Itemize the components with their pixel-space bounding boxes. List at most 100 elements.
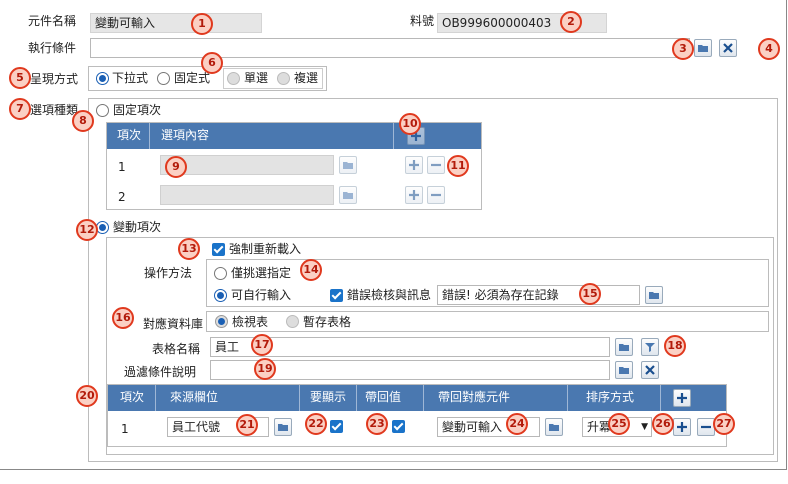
annotation-marker-6: 6 — [201, 52, 223, 74]
error-check-checkbox[interactable] — [330, 289, 343, 302]
annotation-marker-25: 25 — [608, 413, 630, 435]
annotation-marker-18: 18 — [664, 335, 686, 357]
exec-condition-input[interactable] — [90, 38, 690, 58]
annotation-marker-17: 17 — [251, 334, 273, 356]
folder-icon — [649, 292, 659, 299]
present-option-dropdown: 下拉式 — [112, 71, 149, 85]
annotation-marker-14: 14 — [300, 259, 322, 281]
table-name-browse-button[interactable] — [615, 338, 633, 356]
annotation-marker-7: 7 — [9, 98, 31, 120]
mapping-add-button[interactable] — [673, 389, 691, 407]
present-option-fixed: 固定式 — [174, 71, 211, 85]
mapping-header-sort: 排序方式 — [586, 390, 635, 404]
part-no-label: 料號 — [410, 14, 435, 28]
mapping-row-1-add-button[interactable] — [673, 418, 691, 436]
db-temp-label: 暫存表格 — [303, 315, 352, 329]
mapping-table-header: 項次 來源欄位 要顯示 帶回值 帶回對應元件 排序方式 — [108, 385, 726, 411]
plus-icon — [677, 422, 687, 432]
table-name-filter-button[interactable] — [641, 338, 659, 356]
component-name-field[interactable]: 變動可輸入 — [90, 13, 262, 33]
annotation-marker-12: 12 — [76, 219, 98, 241]
annotation-marker-4: 4 — [758, 38, 780, 60]
folder-icon — [619, 367, 629, 374]
single-select-label: 單選 — [244, 71, 269, 85]
error-message-input[interactable]: 錯誤! 必須為存在記錄 — [437, 285, 640, 305]
mapping-header-target: 帶回對應元件 — [438, 390, 511, 404]
folder-icon — [278, 424, 288, 431]
plus-icon — [409, 190, 419, 200]
filter-desc-label: 過濾條件說明 — [124, 365, 197, 379]
option-type-label: 選項種類 — [30, 103, 79, 117]
fixed-row-2-remove-button[interactable] — [427, 186, 445, 204]
annotation-marker-27: 27 — [713, 413, 735, 435]
plus-icon — [409, 160, 419, 170]
db-view-radio[interactable] — [215, 315, 228, 328]
force-reload-label: 強制重新載入 — [229, 242, 302, 256]
annotation-marker-20: 20 — [76, 385, 98, 407]
annotation-marker-5: 5 — [9, 67, 31, 89]
single-select-radio[interactable] — [227, 72, 240, 85]
fixed-header-content: 選項內容 — [161, 128, 210, 142]
op-free-input-radio[interactable] — [214, 289, 227, 302]
minus-icon — [701, 425, 711, 429]
db-label: 對應資料庫 — [143, 317, 204, 331]
folder-icon — [698, 45, 708, 52]
mapping-row-1-show-checkbox[interactable] — [330, 420, 343, 433]
fixed-header-index: 項次 — [117, 128, 142, 142]
error-message-browse-button[interactable] — [645, 286, 663, 304]
annotation-marker-2: 2 — [560, 11, 582, 33]
chevron-down-icon: ▼ — [641, 422, 648, 432]
annotation-marker-9: 9 — [165, 156, 187, 178]
fixed-item-label: 固定項次 — [113, 103, 162, 117]
exec-condition-browse-button[interactable] — [694, 39, 712, 57]
fixed-row-2-content[interactable] — [160, 185, 334, 205]
exec-condition-label: 執行條件 — [28, 41, 77, 55]
fixed-table-header: 項次 選項內容 — [107, 123, 481, 149]
annotation-marker-10: 10 — [399, 113, 421, 135]
plus-icon — [677, 393, 687, 403]
filter-desc-browse-button[interactable] — [615, 361, 633, 379]
db-temp-radio[interactable] — [286, 315, 299, 328]
annotation-marker-16: 16 — [112, 307, 134, 329]
close-icon — [723, 43, 733, 53]
filter-icon — [645, 343, 655, 352]
annotation-marker-1: 1 — [191, 13, 213, 35]
mapping-row-1-target-browse-button[interactable] — [545, 418, 563, 436]
db-view-label: 檢視表 — [232, 315, 269, 329]
minus-icon — [431, 193, 441, 197]
fixed-row-1-browse-button[interactable] — [339, 156, 357, 174]
variable-item-radio[interactable] — [96, 221, 109, 234]
filter-desc-clear-button[interactable] — [641, 361, 659, 379]
annotation-marker-8: 8 — [72, 110, 94, 132]
present-fixed-radio[interactable] — [157, 72, 170, 85]
op-pick-only-label: 僅挑選指定 — [231, 266, 292, 280]
annotation-marker-19: 19 — [254, 358, 276, 380]
force-reload-checkbox[interactable] — [212, 243, 225, 256]
annotation-marker-24: 24 — [506, 413, 528, 435]
present-dropdown-radio[interactable] — [96, 72, 109, 85]
fixed-row-2-add-button[interactable] — [405, 186, 423, 204]
fixed-row-1-remove-button[interactable] — [427, 156, 445, 174]
annotation-marker-23: 23 — [366, 413, 388, 435]
mapping-row-1-return-checkbox[interactable] — [392, 420, 405, 433]
annotation-marker-22: 22 — [305, 413, 327, 435]
folder-icon — [619, 344, 629, 351]
fixed-row-2-browse-button[interactable] — [339, 186, 357, 204]
mapping-header-source: 來源欄位 — [170, 390, 219, 404]
op-method-label: 操作方法 — [144, 266, 193, 280]
multi-select-radio[interactable] — [277, 72, 290, 85]
present-label: 呈現方式 — [30, 72, 79, 86]
folder-icon — [343, 192, 353, 199]
folder-icon — [549, 424, 559, 431]
op-pick-only-radio[interactable] — [214, 267, 227, 280]
mapping-row-1-source-browse-button[interactable] — [274, 418, 292, 436]
fixed-item-radio[interactable] — [96, 104, 109, 117]
variable-item-label: 變動項次 — [113, 220, 162, 234]
annotation-marker-3: 3 — [672, 38, 694, 60]
minus-icon — [431, 163, 441, 167]
annotation-marker-13: 13 — [178, 238, 200, 260]
exec-condition-clear-button[interactable] — [719, 39, 737, 57]
table-name-label: 表格名稱 — [152, 342, 201, 356]
annotation-marker-21: 21 — [236, 414, 258, 436]
fixed-row-1-add-button[interactable] — [405, 156, 423, 174]
